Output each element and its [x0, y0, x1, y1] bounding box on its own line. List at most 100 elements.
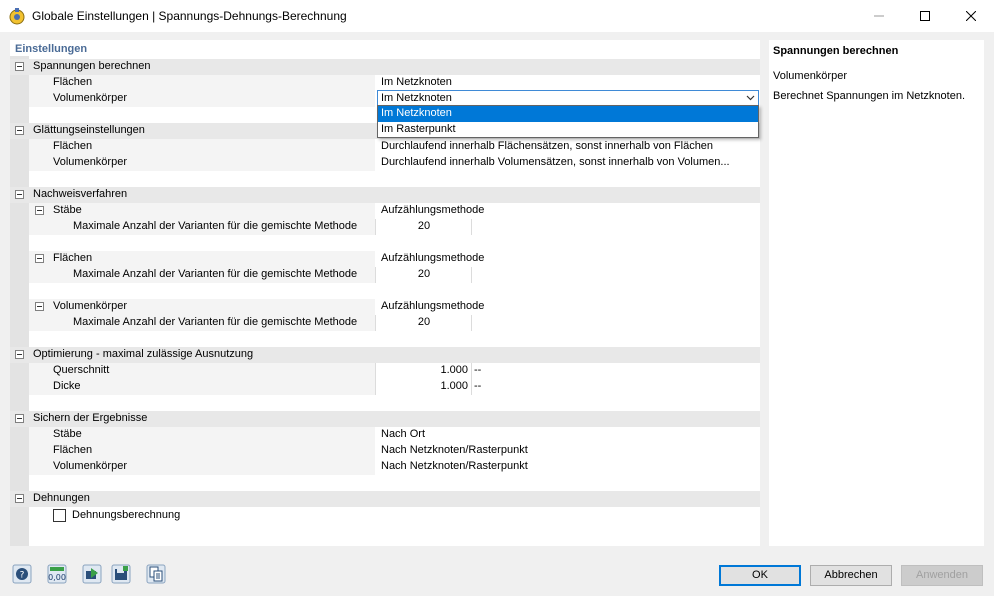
settings-panel: Einstellungen Spannungen berechnen Fläch…: [10, 40, 760, 546]
row-label: Maximale Anzahl der Varianten für die ge…: [73, 220, 358, 232]
collapse-icon[interactable]: [35, 302, 44, 311]
row-extra: --: [474, 380, 482, 392]
row-nachweis-volumen[interactable]: Volumenkörper Aufzählungsmethode: [10, 299, 760, 315]
row-value[interactable]: Nach Netzknoten/Rasterpunkt: [381, 460, 528, 472]
category-spannungen[interactable]: Spannungen berechnen: [10, 59, 760, 75]
category-optimierung[interactable]: Optimierung - maximal zulässige Ausnutzu…: [10, 347, 760, 363]
maximize-button[interactable]: [902, 0, 948, 32]
dropdown-value: Im Netzknoten: [381, 92, 452, 104]
row-sichern-staebe[interactable]: Stäbe Nach Ort: [10, 427, 760, 443]
minimize-button[interactable]: [856, 0, 902, 32]
dropdown-option-rasterpunkt[interactable]: Im Rasterpunkt: [378, 122, 758, 138]
row-sichern-flaechen[interactable]: Flächen Nach Netzknoten/Rasterpunkt: [10, 443, 760, 459]
row-nachweis-staebe[interactable]: Stäbe Aufzählungsmethode: [10, 203, 760, 219]
row-nachweis-staebe-varianten[interactable]: Maximale Anzahl der Varianten für die ge…: [10, 219, 760, 235]
info-title: Spannungen berechnen: [773, 45, 899, 57]
row-label: Volumenkörper: [53, 460, 127, 472]
app-icon: [9, 8, 25, 25]
collapse-icon[interactable]: [15, 126, 24, 135]
apply-button[interactable]: Anwenden: [901, 565, 983, 586]
volumen-dropdown[interactable]: Im Netzknoten: [377, 90, 759, 106]
svg-text:0,00: 0,00: [48, 573, 66, 582]
title-bar: Globale Einstellungen | Spannungs-Dehnun…: [0, 0, 994, 32]
category-label: Spannungen berechnen: [33, 60, 151, 72]
row-value[interactable]: 20: [376, 219, 472, 235]
dehnungsberechnung-checkbox[interactable]: [53, 509, 66, 522]
row-value[interactable]: Nach Netzknoten/Rasterpunkt: [381, 444, 528, 456]
category-dehnungen[interactable]: Dehnungen: [10, 491, 760, 507]
row-label: Flächen: [53, 252, 93, 264]
chevron-down-icon[interactable]: [746, 94, 755, 102]
cancel-button[interactable]: Abbrechen: [810, 565, 892, 586]
row-value[interactable]: Aufzählungsmethode: [381, 252, 484, 264]
category-label: Dehnungen: [33, 492, 90, 504]
save-icon: [111, 564, 131, 584]
number-format-icon: 0,00: [47, 564, 67, 584]
category-label: Glättungseinstellungen: [33, 124, 145, 136]
collapse-icon[interactable]: [35, 254, 44, 263]
row-label: Dehnungsberechnung: [72, 509, 181, 521]
close-button[interactable]: [948, 0, 994, 32]
category-nachweis[interactable]: Nachweisverfahren: [10, 187, 760, 203]
category-sichern[interactable]: Sichern der Ergebnisse: [10, 411, 760, 427]
category-label: Sichern der Ergebnisse: [33, 412, 148, 424]
ok-button[interactable]: OK: [719, 565, 801, 586]
row-label: Volumenkörper: [53, 300, 127, 312]
row-label: Maximale Anzahl der Varianten für die ge…: [73, 268, 358, 280]
row-label: Stäbe: [53, 428, 82, 440]
row-extra: --: [474, 364, 482, 376]
row-value[interactable]: 20: [376, 267, 472, 283]
info-panel: Spannungen berechnen Volumenkörper Berec…: [769, 40, 984, 546]
close-icon: [966, 11, 976, 21]
collapse-icon[interactable]: [15, 62, 24, 71]
row-optimierung-querschnitt[interactable]: Querschnitt 1.000 --: [10, 363, 760, 379]
row-value[interactable]: Nach Ort: [381, 428, 425, 440]
row-value[interactable]: 1.000: [376, 363, 472, 379]
collapse-icon[interactable]: [15, 190, 24, 199]
row-nachweis-flaechen[interactable]: Flächen Aufzählungsmethode: [10, 251, 760, 267]
row-glaettung-volumen[interactable]: Volumenkörper Durchlaufend innerhalb Vol…: [10, 155, 760, 171]
help-icon: ?: [12, 564, 32, 584]
maximize-icon: [920, 11, 930, 21]
row-value[interactable]: Durchlaufend innerhalb Flächensätzen, so…: [381, 140, 713, 152]
row-label: Flächen: [53, 444, 93, 456]
row-label: Flächen: [53, 76, 93, 88]
copy-button[interactable]: [145, 563, 167, 585]
copy-icon: [146, 564, 166, 584]
number-format-button[interactable]: 0,00: [46, 563, 68, 585]
category-label: Optimierung - maximal zulässige Ausnutzu…: [33, 348, 254, 360]
window-title: Globale Einstellungen | Spannungs-Dehnun…: [32, 9, 347, 23]
collapse-icon[interactable]: [15, 350, 24, 359]
row-nachweis-flaechen-varianten[interactable]: Maximale Anzahl der Varianten für die ge…: [10, 267, 760, 283]
row-optimierung-dicke[interactable]: Dicke 1.000 --: [10, 379, 760, 395]
collapse-icon[interactable]: [15, 414, 24, 423]
category-label: Nachweisverfahren: [33, 188, 128, 200]
load-icon: [82, 564, 102, 584]
load-button[interactable]: [81, 563, 103, 585]
minimize-icon: [874, 15, 884, 17]
row-label: Stäbe: [53, 204, 82, 216]
row-label: Querschnitt: [53, 364, 110, 376]
row-nachweis-volumen-varianten[interactable]: Maximale Anzahl der Varianten für die ge…: [10, 315, 760, 331]
row-label: Flächen: [53, 140, 93, 152]
row-label: Volumenkörper: [53, 156, 127, 168]
save-button[interactable]: [110, 563, 132, 585]
row-glaettung-flaechen[interactable]: Flächen Durchlaufend innerhalb Flächensä…: [10, 139, 760, 155]
dropdown-option-netzknoten[interactable]: Im Netzknoten: [378, 106, 758, 122]
info-item: Volumenkörper: [773, 70, 847, 82]
row-label: Volumenkörper: [53, 92, 127, 104]
row-value[interactable]: Aufzählungsmethode: [381, 204, 484, 216]
row-label: Dicke: [53, 380, 81, 392]
volumen-dropdown-list[interactable]: Im Netzknoten Im Rasterpunkt: [377, 105, 759, 138]
row-spannungen-flaechen[interactable]: Flächen Im Netzknoten: [10, 75, 760, 91]
row-sichern-volumen[interactable]: Volumenkörper Nach Netzknoten/Rasterpunk…: [10, 459, 760, 475]
row-value[interactable]: Im Netzknoten: [381, 76, 452, 88]
help-button[interactable]: ?: [11, 563, 33, 585]
collapse-icon[interactable]: [35, 206, 44, 215]
row-value[interactable]: Durchlaufend innerhalb Volumensätzen, so…: [381, 156, 730, 168]
row-value[interactable]: Aufzählungsmethode: [381, 300, 484, 312]
row-value[interactable]: 1.000: [376, 379, 472, 395]
row-dehnungsberechnung[interactable]: Dehnungsberechnung: [10, 507, 760, 525]
collapse-icon[interactable]: [15, 494, 24, 503]
row-value[interactable]: 20: [376, 315, 472, 331]
